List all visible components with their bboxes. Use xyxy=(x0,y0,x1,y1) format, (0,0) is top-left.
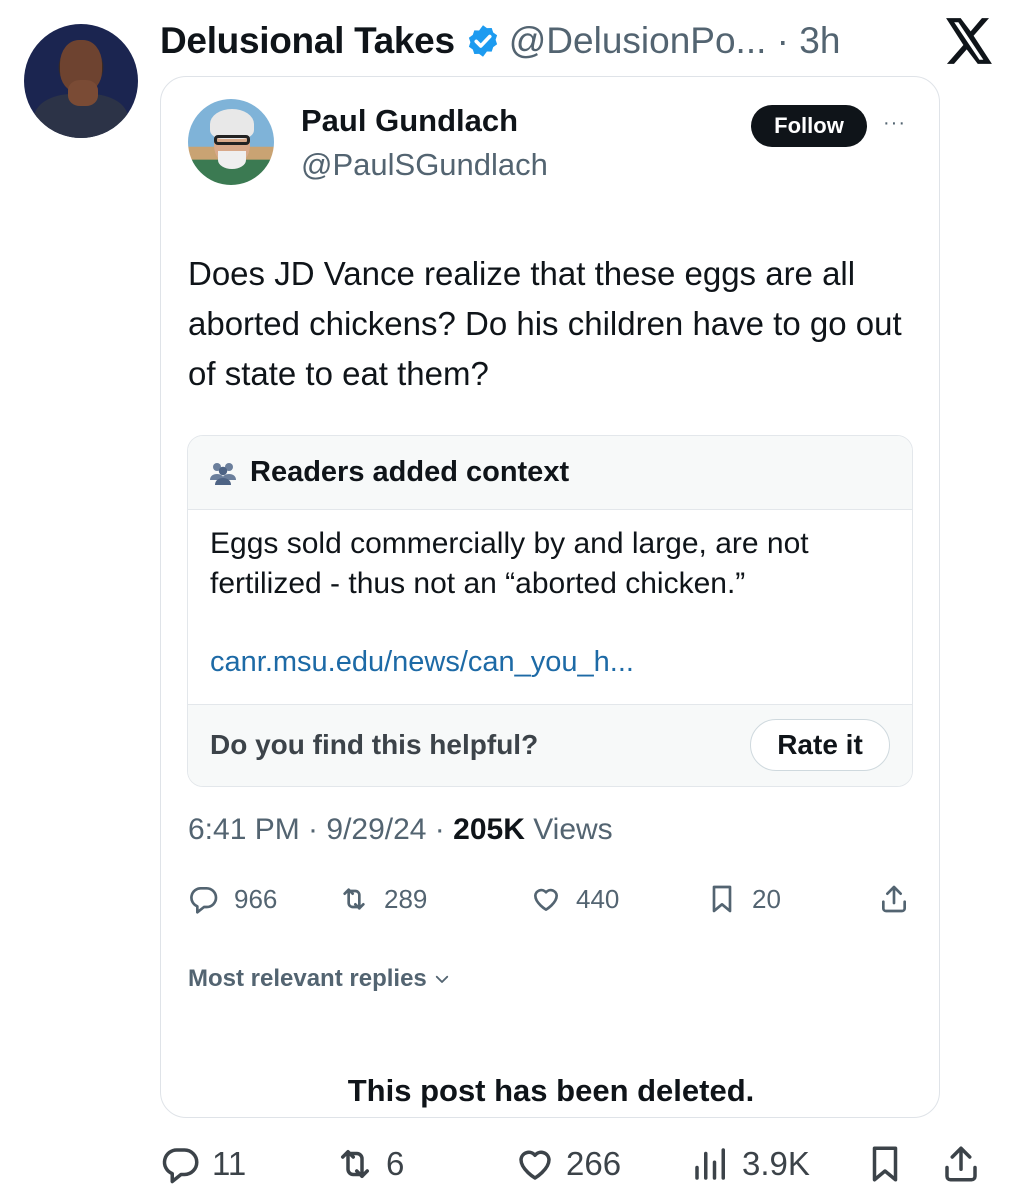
quoted-post-text: Does JD Vance realize that these eggs ar… xyxy=(188,255,902,392)
reply-count: 966 xyxy=(234,883,278,914)
repost-icon xyxy=(343,888,365,910)
community-note-title: Readers added context xyxy=(250,456,570,488)
repost-count: 6 xyxy=(386,1145,405,1182)
reply-icon xyxy=(162,1148,199,1184)
bookmark-icon xyxy=(872,1146,898,1182)
heart-icon xyxy=(534,888,558,911)
post-actions: 11 6 266 3.9K xyxy=(160,1140,1000,1188)
repost-button[interactable]: 289 xyxy=(338,877,427,921)
reply-count: 11 xyxy=(212,1145,247,1182)
share-button[interactable] xyxy=(878,877,924,921)
avatar-hand xyxy=(68,80,98,106)
views-chart-icon xyxy=(695,1148,725,1180)
x-logo-icon[interactable] xyxy=(944,18,994,64)
bookmark-button[interactable] xyxy=(864,1140,916,1188)
deleted-post-notice: This post has been deleted. xyxy=(347,1073,755,1108)
share-icon xyxy=(945,1146,977,1182)
views-count: 205K xyxy=(453,813,525,846)
like-count: 266 xyxy=(566,1145,622,1182)
community-note-link[interactable]: canr.msu.edu/news/can_you_h... xyxy=(210,646,634,679)
author-display-name[interactable]: Delusional Takes xyxy=(160,20,455,62)
reply-button[interactable]: 11 xyxy=(160,1140,246,1188)
like-count: 440 xyxy=(576,883,620,914)
reply-button[interactable]: 966 xyxy=(188,877,277,921)
follow-button[interactable]: Follow xyxy=(751,105,867,147)
views-count: 3.9K xyxy=(742,1145,810,1182)
quoted-author-avatar[interactable] xyxy=(188,99,274,185)
helpful-question: Do you find this helpful? xyxy=(210,729,539,760)
like-button[interactable]: 440 xyxy=(530,877,619,921)
repost-count: 289 xyxy=(384,883,428,914)
chevron-down-icon xyxy=(435,975,448,983)
community-note-footer: Do you find this helpful? Rate it xyxy=(188,704,912,786)
verified-badge-icon xyxy=(468,25,497,57)
quoted-post-actions: 966 289 440 20 xyxy=(188,877,918,921)
quoted-author-name[interactable]: Paul Gundlach xyxy=(301,103,518,139)
bookmark-button[interactable]: 20 xyxy=(706,877,781,921)
repost-button[interactable]: 6 xyxy=(334,1140,404,1188)
bookmark-icon xyxy=(712,885,732,913)
like-button[interactable]: 266 xyxy=(514,1140,621,1188)
community-note: Readers added context Eggs sold commerci… xyxy=(187,435,913,787)
quoted-author-handle[interactable]: @PaulSGundlach xyxy=(301,147,548,183)
avatar-glasses xyxy=(214,135,250,145)
more-options-icon[interactable]: ··· xyxy=(883,113,913,133)
community-note-header: Readers added context xyxy=(188,436,912,510)
quoted-post-card[interactable]: Paul Gundlach @PaulSGundlach Follow ··· … xyxy=(160,76,940,1118)
views-button[interactable]: 3.9K xyxy=(690,1140,810,1188)
share-icon xyxy=(882,885,906,913)
post-timestamp[interactable]: 6:41 PM · 9/29/24 · xyxy=(188,813,453,846)
post-header: Delusional Takes @DelusionPo... · 3h xyxy=(160,18,840,64)
replies-sort-label: Most relevant replies xyxy=(188,965,427,992)
bookmark-count: 20 xyxy=(752,883,781,914)
community-note-body: Eggs sold commercially by and large, are… xyxy=(210,527,809,600)
people-icon xyxy=(210,462,236,485)
rate-it-button[interactable]: Rate it xyxy=(750,719,890,771)
replies-sort-dropdown[interactable]: Most relevant replies xyxy=(188,965,451,993)
share-button[interactable] xyxy=(940,1140,992,1188)
author-handle-time[interactable]: @DelusionPo... · 3h xyxy=(509,20,841,62)
repost-icon xyxy=(341,1150,369,1178)
reply-icon xyxy=(190,887,218,914)
views-label: Views xyxy=(524,813,613,846)
avatar-beard xyxy=(218,151,246,169)
author-avatar[interactable] xyxy=(24,24,138,138)
post-screenshot: Delusional Takes @DelusionPo... · 3h Pau… xyxy=(0,0,1019,1200)
post-meta: 6:41 PM · 9/29/24 · 205K Views xyxy=(188,813,613,847)
heart-icon xyxy=(519,1150,551,1180)
